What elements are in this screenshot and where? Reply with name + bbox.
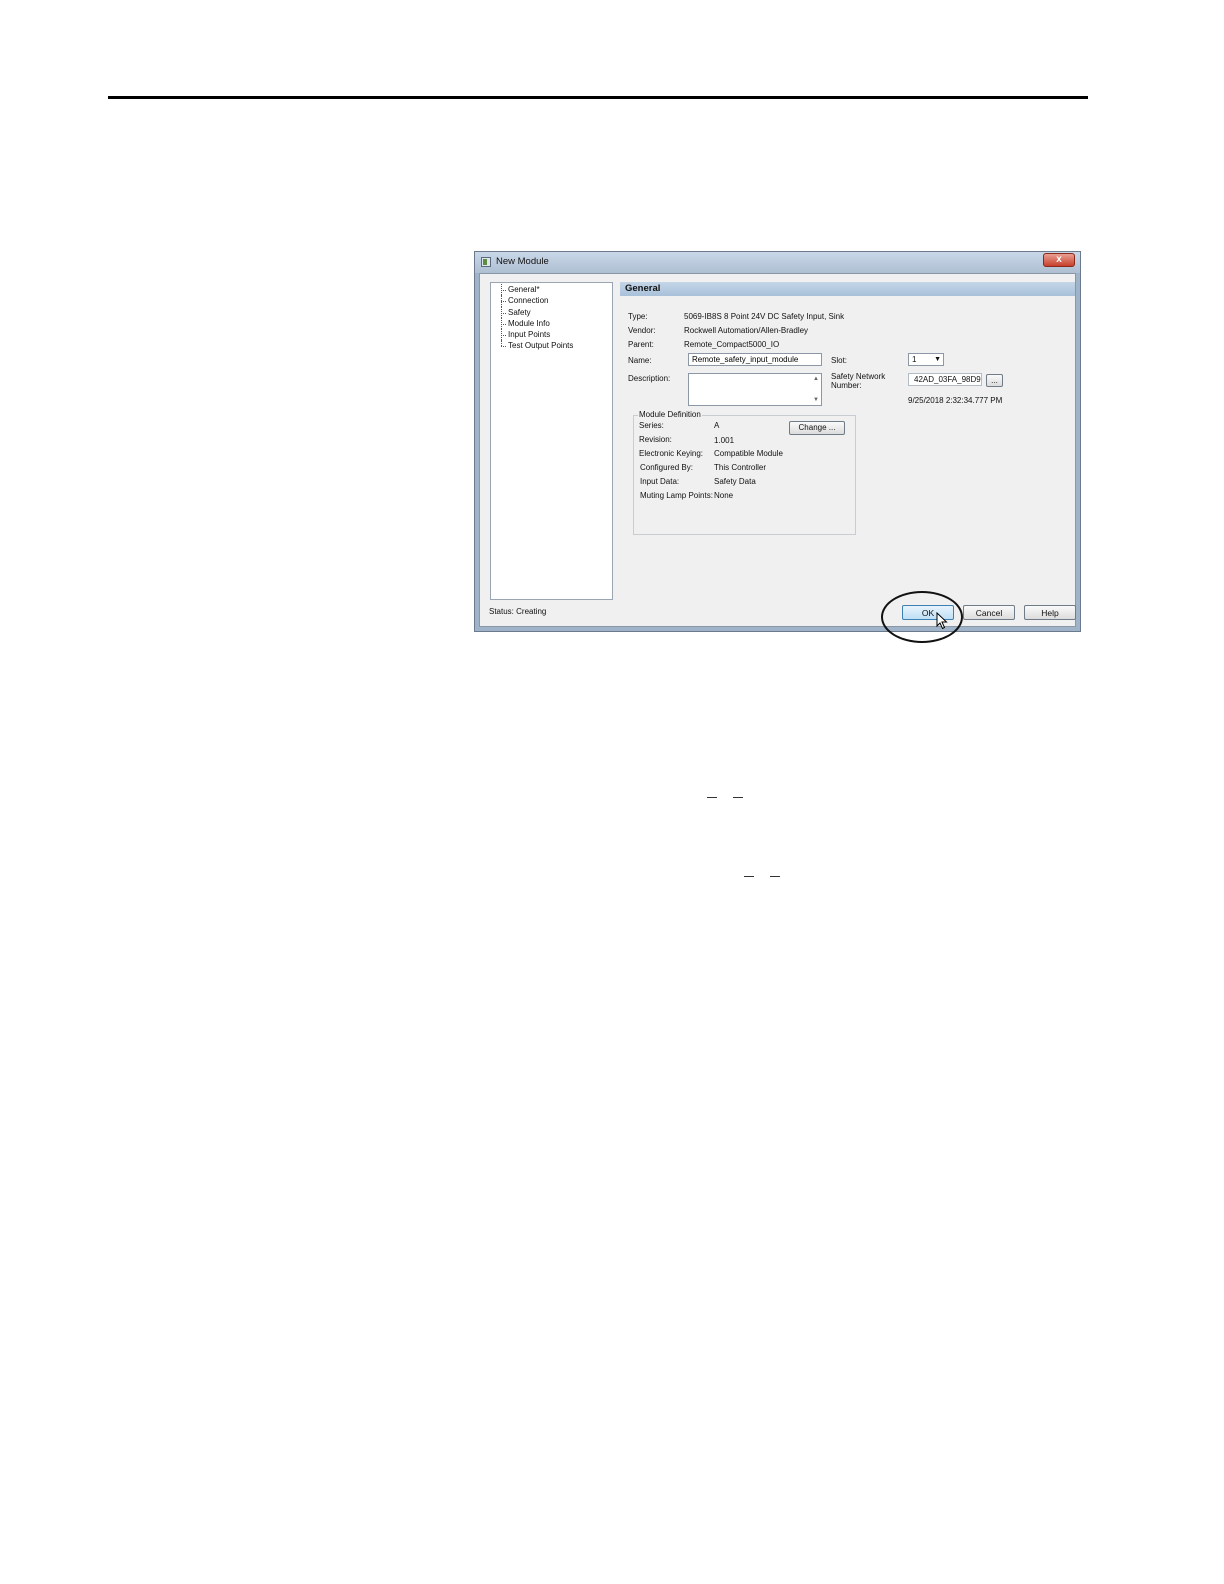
- name-label: Name:: [628, 356, 652, 365]
- change-button[interactable]: Change ...: [789, 421, 845, 435]
- muting-lamp-points-value: None: [714, 491, 734, 500]
- vendor-label: Vendor:: [628, 326, 656, 335]
- input-data-label: Input Data:: [640, 477, 680, 486]
- tree-item-test-output-points[interactable]: Test Output Points: [500, 340, 612, 351]
- configured-by-label: Configured By:: [640, 463, 693, 472]
- description-input[interactable]: ▲ ▼: [688, 373, 822, 406]
- scroll-up-icon[interactable]: ▲: [813, 376, 819, 382]
- module-definition-legend: Module Definition: [638, 410, 702, 419]
- status-text: Status: Creating: [489, 607, 547, 616]
- parent-value: Remote_Compact5000_IO: [684, 340, 780, 349]
- snn-browse-button[interactable]: ...: [986, 374, 1003, 387]
- close-icon: x: [1056, 254, 1062, 265]
- slot-label: Slot:: [831, 356, 848, 365]
- top-rule: [108, 96, 1088, 99]
- module-definition-group: Module Definition Series: A Revision: 1.…: [633, 410, 856, 535]
- series-label: Series:: [639, 421, 664, 430]
- electronic-keying-label: Electronic Keying:: [639, 449, 704, 458]
- tree-item-general[interactable]: General*: [500, 284, 612, 296]
- slot-select[interactable]: 1 ▼: [908, 353, 944, 366]
- safety-network-number-value: 42AD_03FA_98D9: [908, 373, 982, 386]
- tree-item-input-points[interactable]: Input Points: [500, 329, 612, 341]
- name-input[interactable]: [688, 353, 822, 366]
- chevron-down-icon: ▼: [934, 356, 941, 363]
- title-bar[interactable]: New Module x: [475, 252, 1080, 273]
- tree-item-connection[interactable]: Connection: [500, 295, 612, 307]
- section-header-general: General: [620, 282, 1075, 296]
- tree-item-safety[interactable]: Safety: [500, 306, 612, 319]
- cancel-button[interactable]: Cancel: [963, 605, 1015, 620]
- highlight-ellipse: [881, 591, 963, 643]
- revision-label: Revision:: [639, 435, 672, 444]
- snn-label-line2: Number:: [831, 381, 862, 390]
- vendor-value: Rockwell Automation/Allen-Bradley: [684, 326, 809, 335]
- configured-by-value: This Controller: [714, 463, 767, 472]
- help-button[interactable]: Help: [1024, 605, 1076, 620]
- tree-item-module-info[interactable]: Module Info: [500, 317, 612, 330]
- type-value: 5069-IB8S 8 Point 24V DC Safety Input, S…: [684, 312, 845, 321]
- revision-value: 1.001: [714, 436, 735, 445]
- slot-value: 1: [912, 355, 917, 364]
- scroll-down-icon[interactable]: ▼: [813, 397, 819, 403]
- muting-lamp-points-label: Muting Lamp Points:: [640, 491, 713, 500]
- description-label: Description:: [628, 374, 671, 383]
- category-tree: General* Connection Safety Module Info I…: [490, 282, 613, 600]
- parent-label: Parent:: [628, 340, 654, 349]
- new-module-dialog: New Module x General* Connection Safety …: [474, 251, 1081, 632]
- mouse-pointer-icon: [936, 612, 948, 630]
- close-button[interactable]: x: [1043, 253, 1075, 267]
- series-value: A: [714, 421, 720, 430]
- snn-label-line1: Safety Network: [831, 372, 886, 381]
- dialog-client-area: General* Connection Safety Module Info I…: [479, 273, 1076, 627]
- electronic-keying-value: Compatible Module: [714, 449, 783, 458]
- link-underline: [733, 797, 743, 798]
- safety-network-number-label: Safety Network Number:: [831, 372, 885, 390]
- input-data-value: Safety Data: [714, 477, 756, 486]
- app-icon: [481, 257, 491, 267]
- window-title: New Module: [496, 256, 549, 267]
- link-underline: [770, 876, 780, 877]
- link-underline: [707, 797, 717, 798]
- type-label: Type:: [628, 312, 648, 321]
- snn-timestamp: 9/25/2018 2:32:34.777 PM: [908, 396, 1003, 405]
- link-underline: [744, 876, 754, 877]
